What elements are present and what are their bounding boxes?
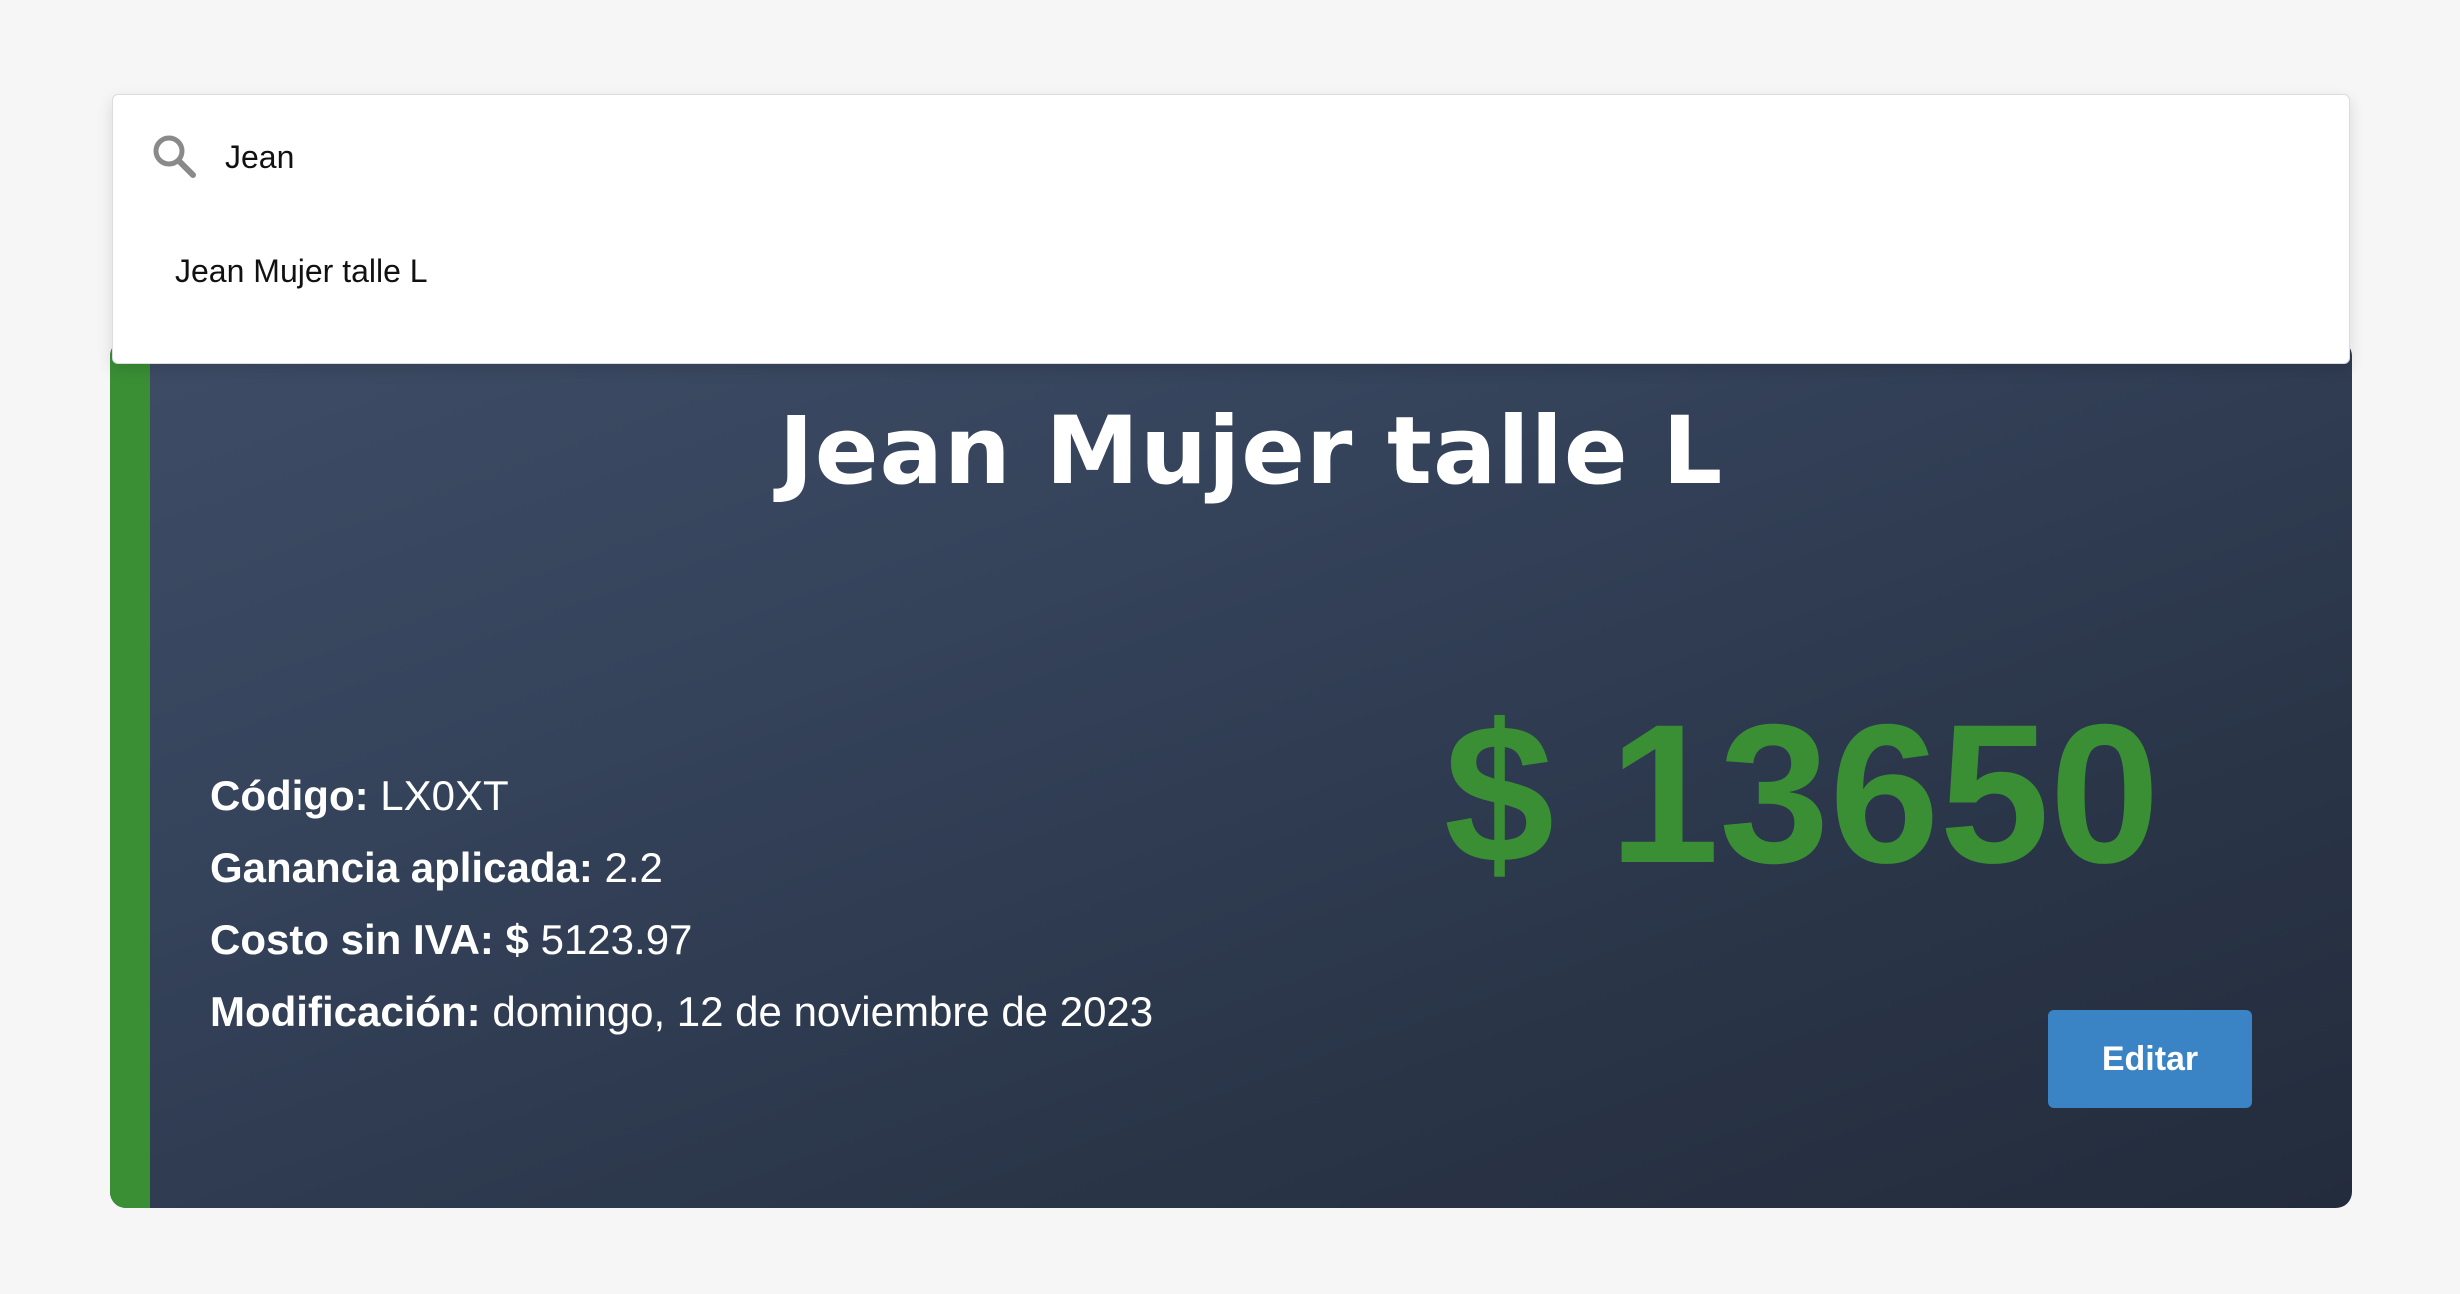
product-details: Código: LX0XT Ganancia aplicada: 2.2 Cos…	[210, 760, 1153, 1048]
search-icon	[151, 133, 197, 179]
detail-codigo: Código: LX0XT	[210, 760, 1153, 832]
detail-value: domingo, 12 de noviembre de 2023	[492, 988, 1154, 1035]
detail-value: 5123.97	[540, 916, 693, 963]
product-card: Jean Mujer talle L Código: LX0XT Gananci…	[110, 340, 2352, 1208]
search-input[interactable]	[213, 127, 2317, 187]
detail-value: LX0XT	[380, 772, 509, 819]
detail-value: 2.2	[604, 844, 663, 891]
product-title: Jean Mujer talle L	[778, 397, 1724, 506]
detail-ganancia: Ganancia aplicada: 2.2	[210, 832, 1153, 904]
detail-modificacion: Modificación: domingo, 12 de noviembre d…	[210, 976, 1153, 1048]
detail-label: Ganancia aplicada:	[210, 844, 593, 891]
search-panel: Jean Mujer talle L	[112, 94, 2350, 364]
detail-label: Modificación:	[210, 988, 481, 1035]
card-accent-bar	[110, 340, 150, 1208]
edit-button[interactable]: Editar	[2048, 1010, 2252, 1108]
search-bar	[113, 95, 2349, 219]
detail-label: Costo sin IVA: $	[210, 916, 529, 963]
product-price: $ 13650	[1444, 683, 2160, 904]
detail-label: Código:	[210, 772, 369, 819]
search-suggestion-item[interactable]: Jean Mujer talle L	[113, 219, 2349, 323]
detail-costo: Costo sin IVA: $ 5123.97	[210, 904, 1153, 976]
